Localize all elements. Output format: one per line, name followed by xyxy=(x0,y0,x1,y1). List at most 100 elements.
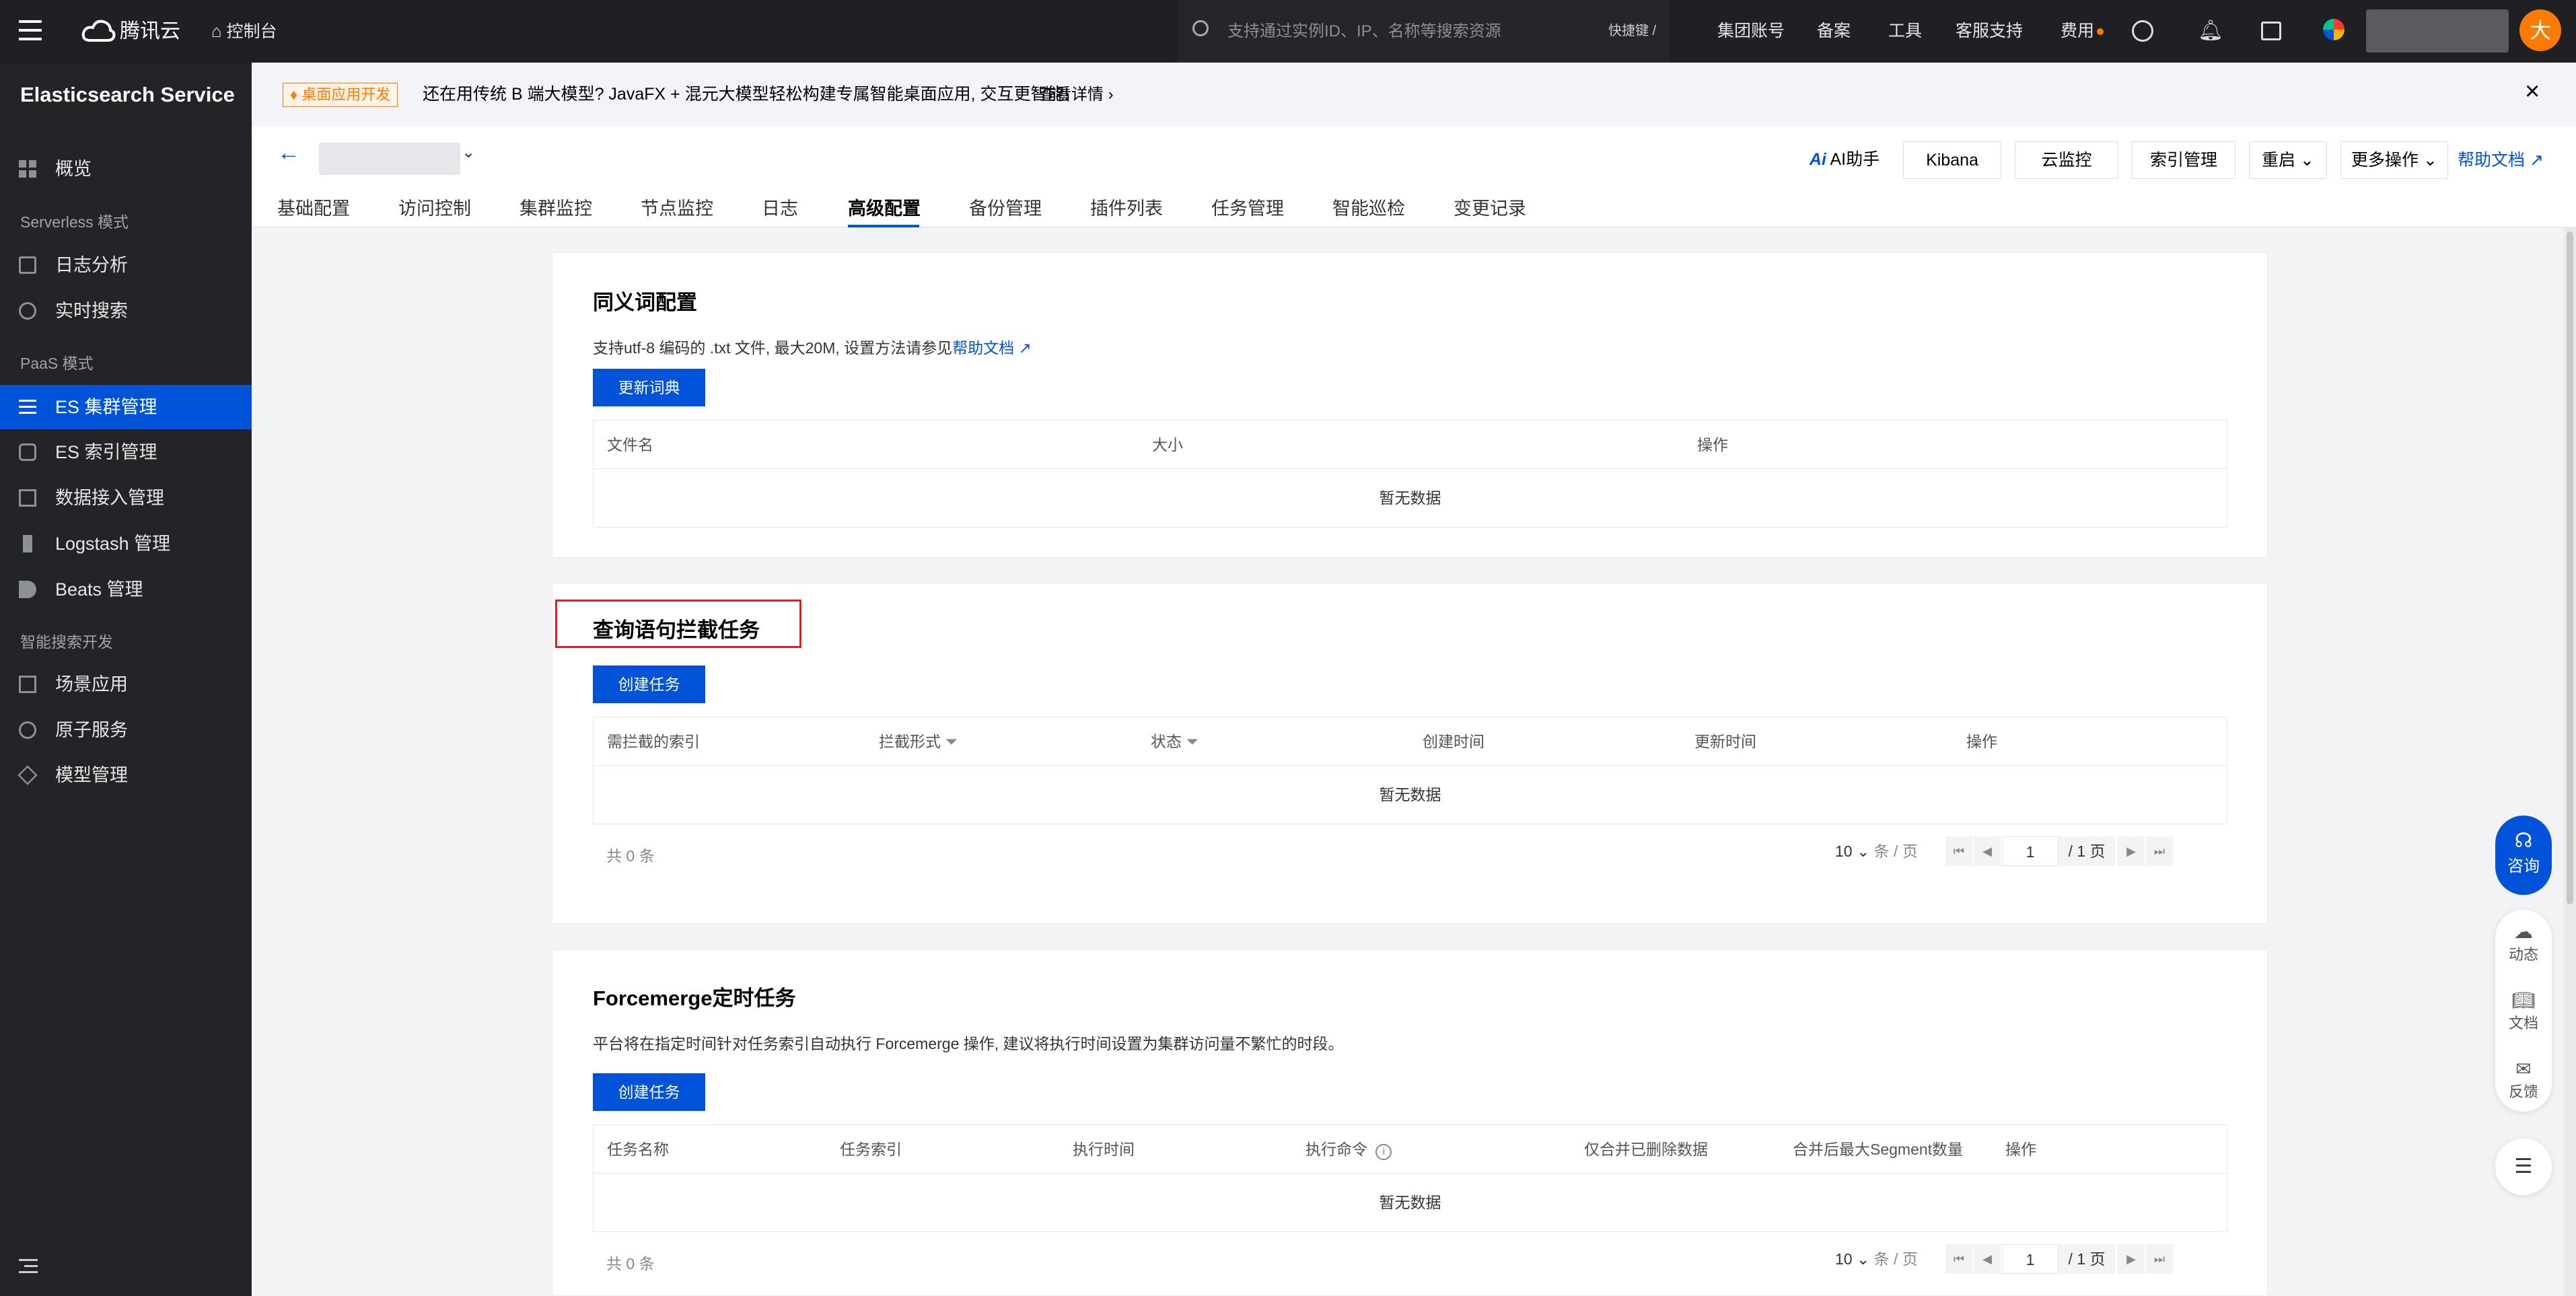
docs-button[interactable]: 📖︎ 文档 xyxy=(2497,989,2550,1033)
kibana-button[interactable]: Kibana xyxy=(1903,141,2001,179)
last-page-icon[interactable]: ⏭ xyxy=(2146,836,2173,866)
first-page-icon[interactable]: ⏮ xyxy=(1945,1244,1972,1274)
next-page-icon[interactable]: ▶ xyxy=(2118,1244,2145,1274)
tab-plugins[interactable]: 插件列表 xyxy=(1090,194,1163,220)
column-header: 需拦截的索引 xyxy=(607,733,700,750)
query-block-table: 需拦截的索引 拦截形式 ⏷ 状态 ⏷ 创建时间 更新时间 操作 暂无数据 xyxy=(593,717,2227,824)
menu-tools[interactable]: 工具 xyxy=(1888,0,1922,63)
column-header: 操作 xyxy=(1966,733,1997,750)
notice-link[interactable]: 查看详情 › xyxy=(1039,63,1114,127)
sidebar-item-label: ES 索引管理 xyxy=(55,442,157,462)
scrollbar-thumb[interactable] xyxy=(2567,231,2573,904)
next-page-icon[interactable]: ▶ xyxy=(2118,836,2145,866)
sidebar-item-atomic-service[interactable]: 原子服务 xyxy=(0,708,252,752)
sidebar-item-scene-app[interactable]: 场景应用 xyxy=(0,662,252,707)
page-size-select[interactable]: 10 ⌄ 条 / 页 xyxy=(1835,836,1918,866)
column-header[interactable]: 拦截形式 ⏷ xyxy=(879,717,958,766)
page-number-input[interactable]: 1 xyxy=(2002,836,2059,866)
tab-access-control[interactable]: 访问控制 xyxy=(398,194,471,220)
tab-cluster-monitor[interactable]: 集群监控 xyxy=(520,194,592,220)
prev-page-icon[interactable]: ◀ xyxy=(1974,1244,2001,1274)
filter-icon[interactable]: ⏷ xyxy=(1186,733,1198,750)
tab-change-log[interactable]: 变更记录 xyxy=(1454,194,1526,220)
sidebar-item-realtime-search[interactable]: 实时搜索 xyxy=(0,289,252,333)
column-header: 执行时间 xyxy=(1073,1141,1135,1158)
consult-button[interactable]: ☊ 咨询 xyxy=(2495,816,2552,895)
description-text: 支持utf-8 编码的 .txt 文件, 最大20M, 设置方法请参见 xyxy=(593,339,953,357)
home-icon: ⌂ xyxy=(211,21,222,41)
sidebar-item-es-cluster[interactable]: ES 集群管理 xyxy=(0,385,252,429)
bell-icon[interactable]: 🔔︎ xyxy=(2198,19,2223,42)
gauge-icon[interactable] xyxy=(2132,20,2153,42)
tab-logs[interactable]: 日志 xyxy=(762,194,798,220)
account-name-redacted[interactable] xyxy=(2366,9,2509,52)
page-number-input[interactable]: 1 xyxy=(2002,1244,2059,1274)
avatar[interactable]: 大 xyxy=(2519,9,2561,51)
brand-logo[interactable] xyxy=(81,17,116,48)
create-task-button[interactable]: 创建任务 xyxy=(593,665,705,703)
global-search[interactable]: 支持通过实例ID、IP、名称等搜索资源 快捷键 / xyxy=(1178,0,1669,63)
more-operations-button[interactable]: 更多操作 ⌄ xyxy=(2340,141,2448,179)
console-label: 控制台 xyxy=(226,22,277,41)
sidebar-item-es-index[interactable]: ES 索引管理 xyxy=(0,430,252,474)
column-header[interactable]: 状态 ⏷ xyxy=(1151,717,1198,766)
pagination: 10 ⌄ 条 / 页 ⏮ ◀ 1 / 1 页 ▶ ⏭ xyxy=(1835,836,2228,866)
menu-billing[interactable]: 费用 xyxy=(2061,0,2094,63)
menu-icon[interactable] xyxy=(19,20,42,40)
page-total: / 1 页 xyxy=(2059,836,2115,866)
avatar-letter: 大 xyxy=(2529,18,2551,42)
tab-advanced-config[interactable]: 高级配置 xyxy=(848,194,921,220)
chevron-down-icon[interactable]: ⌄ xyxy=(462,143,475,162)
restart-button[interactable]: 重启 ⌄ xyxy=(2249,141,2327,179)
filter-icon[interactable]: ⏷ xyxy=(945,733,957,750)
sidebar-item-log-analysis[interactable]: 日志分析 xyxy=(0,243,252,287)
update-dictionary-button[interactable]: 更新词典 xyxy=(593,369,705,406)
close-icon[interactable]: × xyxy=(2525,77,2540,106)
external-link-icon: ↗ xyxy=(2529,151,2544,170)
sidebar-group-paas: PaaS 模式 xyxy=(20,355,94,372)
collapse-sidebar-icon[interactable] xyxy=(19,1259,38,1274)
create-task-button[interactable]: 创建任务 xyxy=(593,1073,705,1111)
menu-support[interactable]: 客服支持 xyxy=(1956,0,2023,63)
product-icon[interactable] xyxy=(2323,19,2345,40)
info-icon[interactable]: i xyxy=(1375,1144,1392,1160)
scrollbar[interactable] xyxy=(2564,227,2576,1296)
tab-backup[interactable]: 备份管理 xyxy=(969,194,1042,220)
search-input[interactable]: 支持通过实例ID、IP、名称等搜索资源 xyxy=(1227,0,1501,63)
empty-state: 暂无数据 xyxy=(1379,489,1441,507)
sidebar-item-model-mgmt[interactable]: 模型管理 xyxy=(0,753,252,797)
tab-smart-inspection[interactable]: 智能巡检 xyxy=(1332,194,1405,220)
sidebar-item-overview[interactable]: 概览 xyxy=(0,147,252,191)
help-doc-link[interactable]: 帮助文档 ↗ xyxy=(2458,141,2544,179)
tab-basic-config[interactable]: 基础配置 xyxy=(277,194,350,220)
index-management-button[interactable]: 索引管理 xyxy=(2132,141,2235,179)
brand-name[interactable]: 腾讯云 xyxy=(120,0,180,63)
ai-assistant-button[interactable]: Ai AI助手 xyxy=(1799,141,1890,179)
instance-name-redacted[interactable] xyxy=(319,143,460,175)
help-doc-link[interactable]: 帮助文档 xyxy=(952,339,1014,357)
cloud-monitor-button[interactable]: 云监控 xyxy=(2015,141,2118,179)
back-arrow-icon[interactable]: ← xyxy=(277,140,300,166)
forcemerge-table: 任务名称 任务索引 执行时间 执行命令 i 仅合并已删除数据 合并后最大Segm… xyxy=(593,1124,2227,1232)
external-link-icon: ↗ xyxy=(1018,339,1032,357)
outline-button[interactable]: ☰ xyxy=(2495,1139,2552,1195)
prev-page-icon[interactable]: ◀ xyxy=(1974,836,2001,866)
book-icon: 📖︎ xyxy=(2511,990,2536,1011)
menu-filing[interactable]: 备案 xyxy=(1817,0,1851,63)
inbox-icon[interactable] xyxy=(2261,22,2281,40)
sidebar-item-data-ingest[interactable]: 数据接入管理 xyxy=(0,476,252,520)
sidebar-item-logstash[interactable]: Logstash 管理 xyxy=(0,521,252,566)
first-page-icon[interactable]: ⏮ xyxy=(1945,836,1972,866)
page-size-select[interactable]: 10 ⌄ 条 / 页 xyxy=(1835,1244,1918,1274)
sidebar-title: Elasticsearch Service xyxy=(20,83,235,106)
last-page-icon[interactable]: ⏭ xyxy=(2146,1244,2173,1274)
chevron-right-icon: › xyxy=(1108,85,1114,104)
dynamic-button[interactable]: ☁ 动态 xyxy=(2497,921,2550,964)
sidebar-item-beats[interactable]: Beats 管理 xyxy=(0,567,252,612)
console-link[interactable]: ⌂ 控制台 xyxy=(211,0,277,63)
feedback-button[interactable]: ✉ 反馈 xyxy=(2497,1058,2550,1102)
tab-node-monitor[interactable]: 节点监控 xyxy=(641,194,713,220)
tab-tasks[interactable]: 任务管理 xyxy=(1211,194,1284,220)
menu-group-account[interactable]: 集团账号 xyxy=(1717,0,1785,63)
message-icon: ✉ xyxy=(2515,1058,2532,1079)
